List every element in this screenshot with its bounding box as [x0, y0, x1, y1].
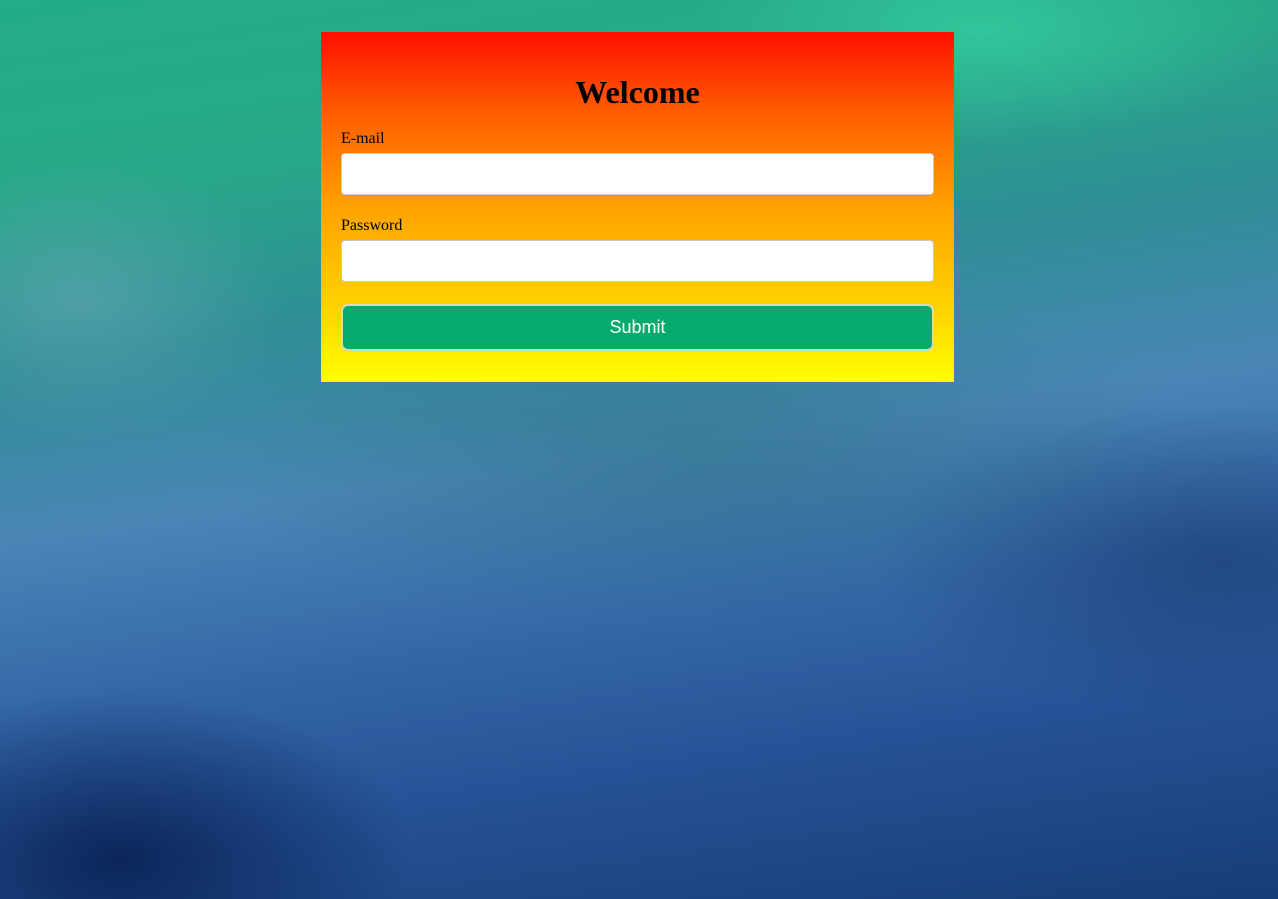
- email-field[interactable]: [341, 153, 934, 195]
- password-label: Password: [341, 217, 403, 234]
- submit-button[interactable]: Submit: [341, 304, 934, 351]
- page-title: Welcome: [575, 74, 700, 110]
- email-label: E-mail: [341, 130, 385, 147]
- login-card: Welcome E-mail Password Submit: [321, 32, 954, 382]
- password-field[interactable]: [341, 240, 934, 282]
